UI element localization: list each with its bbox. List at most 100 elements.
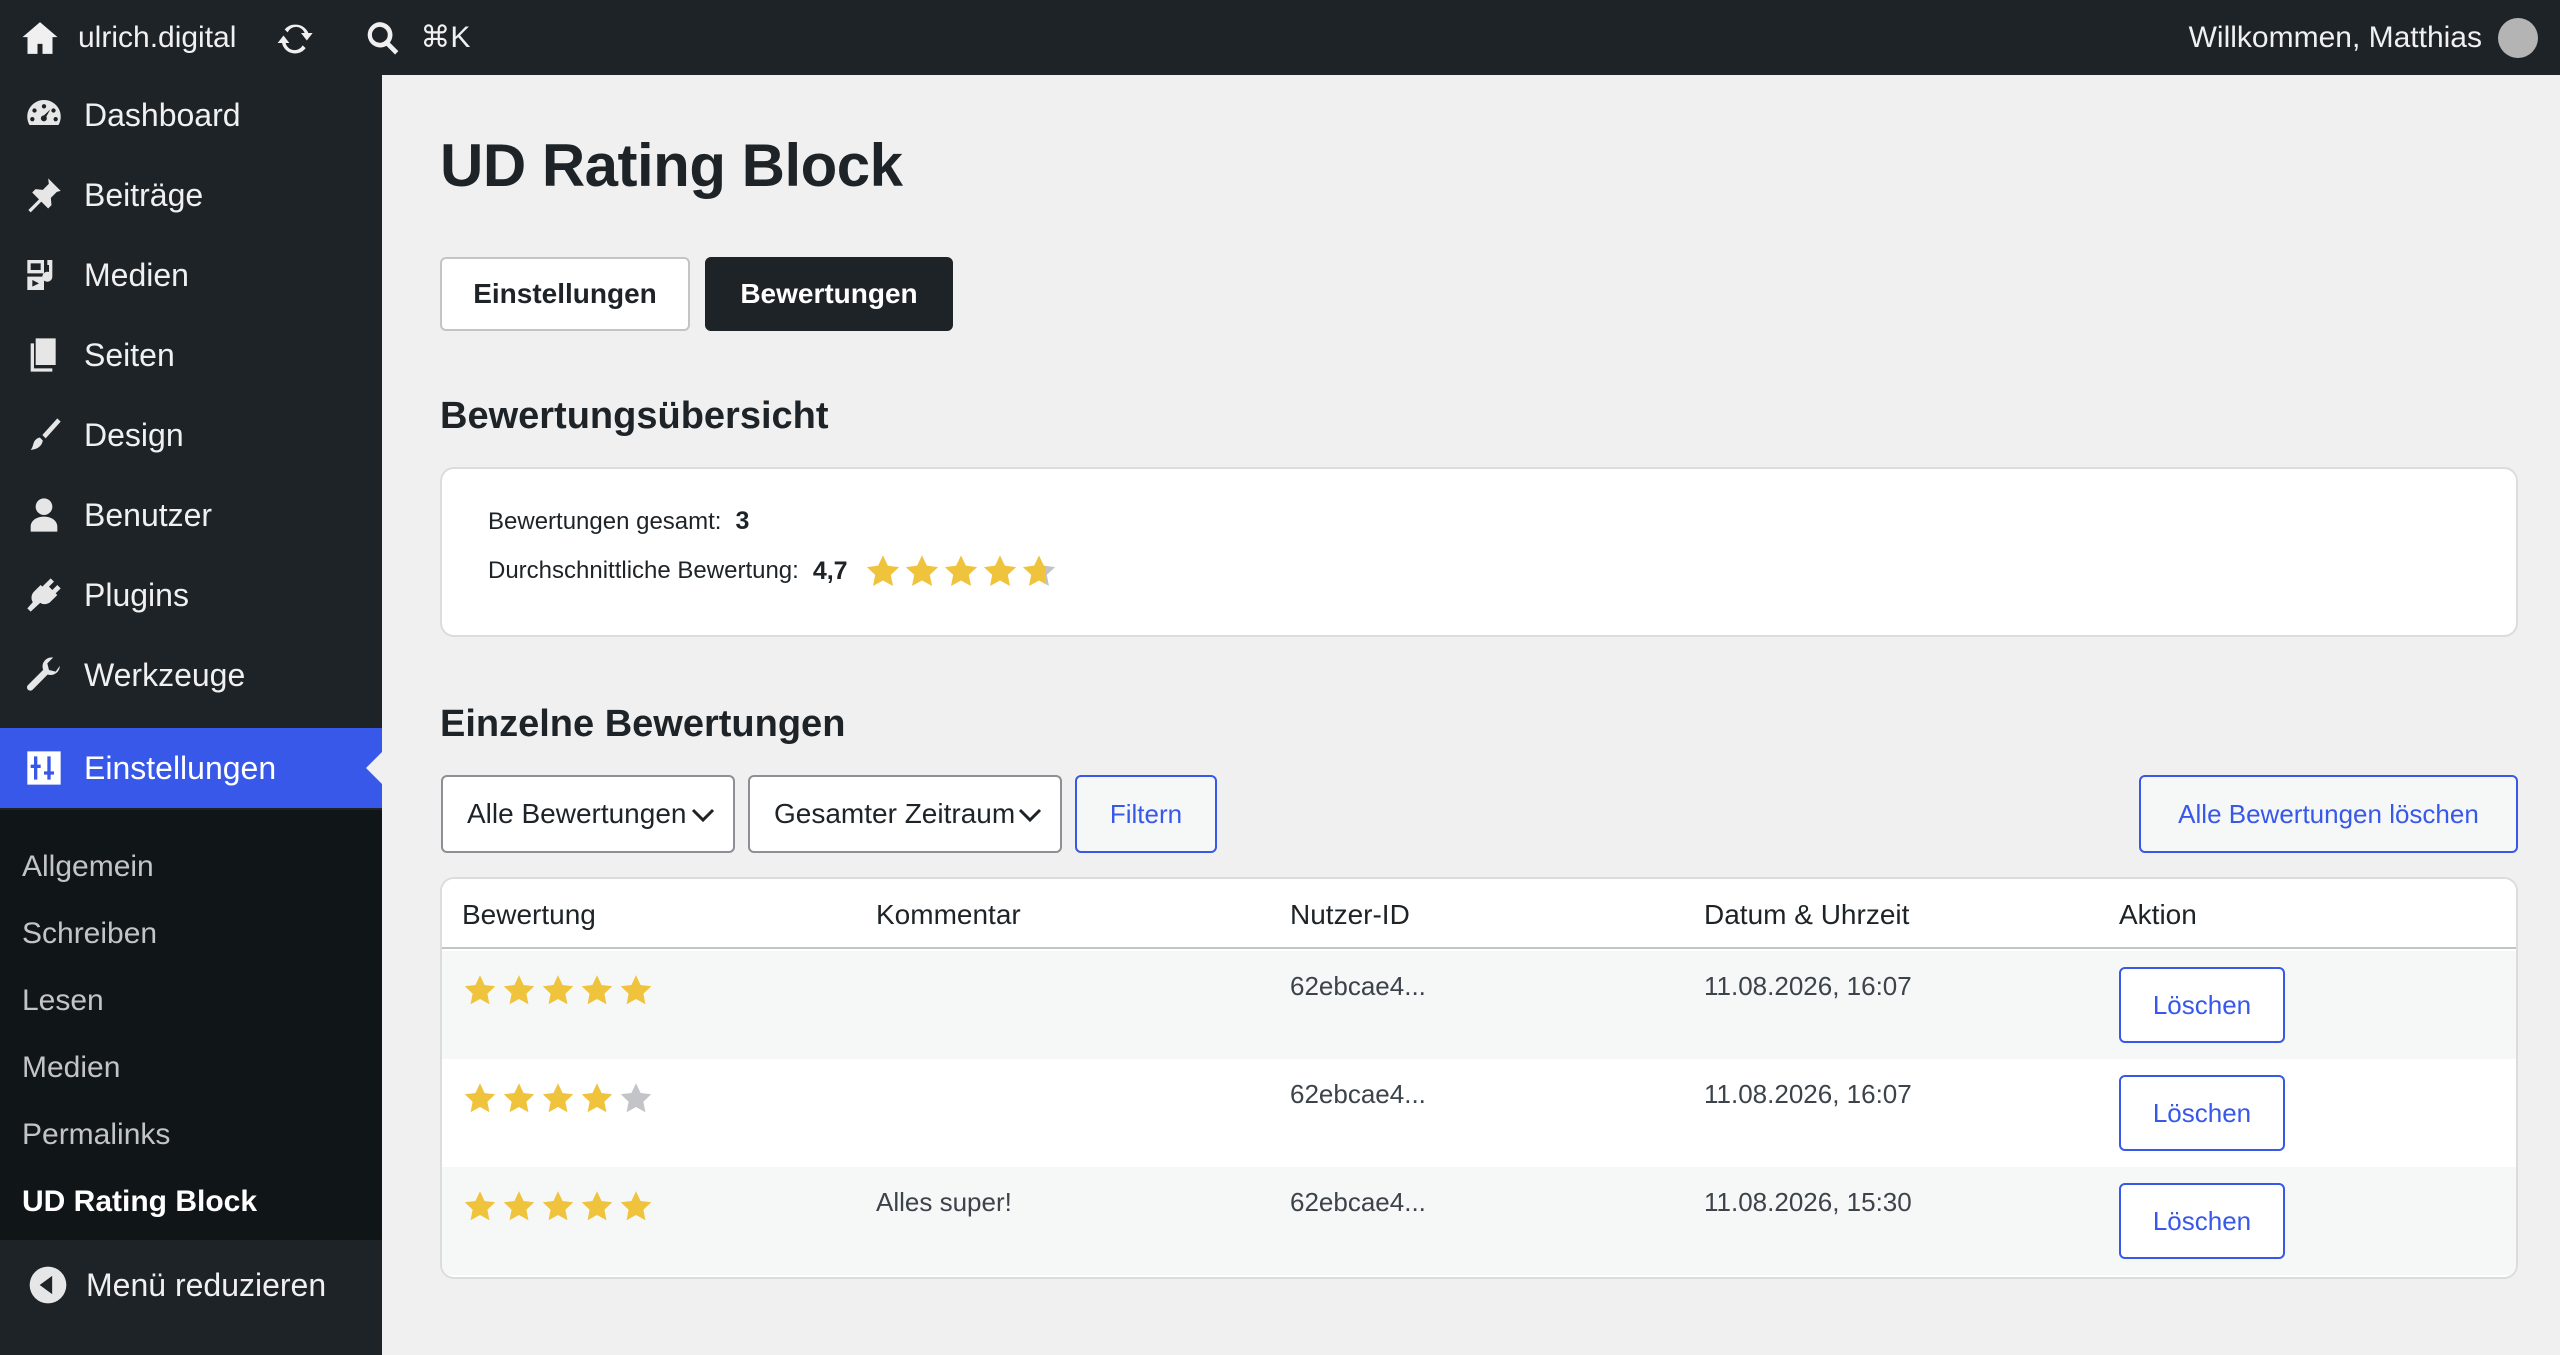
sidebar-item-users[interactable]: Benutzer [0, 475, 382, 555]
sync-button[interactable] [276, 0, 316, 75]
submenu-item-general[interactable]: Allgemein [22, 850, 154, 884]
row-datetime: 11.08.2026, 15:30 [1704, 1187, 1912, 1217]
row-user-id: 62ebcae4... [1290, 971, 1426, 1001]
welcome-text: Willkommen, Matthias [2188, 20, 2482, 54]
row-datetime: 11.08.2026, 16:07 [1704, 1079, 1912, 1109]
row-datetime: 11.08.2026, 16:07 [1704, 971, 1912, 1001]
page-title: UD Rating Block [440, 132, 903, 199]
main-content: UD Rating Block Einstellungen Bewertunge… [382, 75, 2560, 1355]
chevron-down-icon [1018, 808, 1042, 823]
pages-icon [30, 338, 56, 372]
ratings-heading: Einzelne Bewertungen [440, 703, 846, 745]
star-icon [983, 555, 1016, 587]
sidebar-item-label: Benutzer [84, 496, 213, 533]
star-icon [503, 1191, 535, 1221]
star-icon [542, 975, 574, 1005]
column-header-action: Aktion [2119, 899, 2197, 930]
active-indicator [366, 752, 382, 784]
site-home-link[interactable]: ulrich.digital [0, 0, 236, 75]
table-header: Bewertung Kommentar Nutzer-ID Datum & Uh… [442, 879, 2516, 949]
table-row: 62ebcae4... 11.08.2026, 16:07 Löschen [442, 951, 2516, 1059]
home-icon [22, 21, 58, 54]
submenu-item-media[interactable]: Medien [22, 1051, 120, 1085]
sidebar-item-label: Medien [84, 256, 189, 293]
sidebar-item-dashboard[interactable]: Dashboard [0, 75, 382, 155]
row-rating-stars [462, 973, 657, 1007]
column-header-rating: Bewertung [462, 899, 596, 930]
row-rating-stars [462, 1189, 657, 1223]
settings-submenu: Allgemein Schreiben Lesen Medien Permali… [0, 810, 382, 1240]
row-comment: Alles super! [876, 1187, 1012, 1217]
column-header-comment: Kommentar [876, 899, 1021, 930]
star-icon [581, 975, 613, 1005]
delete-rating-button[interactable]: Löschen [2119, 1075, 2285, 1151]
average-rating-stars [864, 553, 1059, 589]
submenu-item-ud-rating-block[interactable]: UD Rating Block [22, 1185, 257, 1219]
sidebar-item-label: Beiträge [84, 176, 204, 213]
delete-rating-button[interactable]: Löschen [2119, 1183, 2285, 1259]
sidebar-item-posts[interactable]: Beiträge [0, 155, 382, 235]
total-ratings-label: Bewertungen gesamt: [488, 507, 722, 535]
total-ratings-value: 3 [735, 507, 750, 535]
star-icon [944, 555, 977, 587]
submenu-item-reading[interactable]: Lesen [22, 984, 104, 1018]
sidebar-item-plugins[interactable]: Plugins [0, 555, 382, 635]
tab-settings[interactable]: Einstellungen [440, 257, 690, 331]
sidebar-item-label: Plugins [84, 576, 189, 613]
settings-icon [27, 751, 61, 785]
search-icon [368, 21, 399, 54]
star-icon [464, 975, 496, 1005]
brush-icon [30, 418, 61, 450]
sidebar-item-tools[interactable]: Werkzeuge [0, 635, 382, 715]
sync-icon [278, 24, 314, 53]
sidebar-item-pages[interactable]: Seiten [0, 315, 382, 395]
tab-ratings[interactable]: Bewertungen [705, 257, 953, 331]
site-name: ulrich.digital [78, 20, 237, 54]
star-icon [581, 1083, 613, 1113]
column-header-datetime: Datum & Uhrzeit [1704, 899, 1910, 930]
total-ratings-line: Bewertungen gesamt: 3 [488, 507, 749, 536]
sidebar-item-media[interactable]: Medien [0, 235, 382, 315]
delete-all-ratings-button[interactable]: Alle Bewertungen löschen [2139, 775, 2518, 853]
submenu-item-permalinks[interactable]: Permalinks [22, 1118, 170, 1152]
row-user-id: 62ebcae4... [1290, 1187, 1426, 1217]
sidebar-item-label: Seiten [84, 336, 175, 373]
collapse-label: Menü reduzieren [86, 1266, 327, 1303]
sidebar-item-label: Werkzeuge [84, 656, 246, 693]
overview-card: Bewertungen gesamt: 3 Durchschnittliche … [440, 467, 2518, 637]
admin-bar: ulrich.digital ⌘K Willkommen, Matthias [0, 0, 2560, 75]
star-icon [542, 1191, 574, 1221]
sidebar-item-settings[interactable]: Einstellungen [0, 728, 382, 808]
star-icon [464, 1083, 496, 1113]
filter-button[interactable]: Filtern [1075, 775, 1217, 853]
account-menu[interactable]: Willkommen, Matthias [2189, 0, 2538, 75]
star-icon [620, 1191, 652, 1221]
search-shortcut: ⌘K [420, 21, 471, 54]
star-icon [464, 1191, 496, 1221]
table-row: 62ebcae4... 11.08.2026, 16:07 Löschen [442, 1059, 2516, 1167]
star-icon [620, 975, 652, 1005]
sidebar-item-label: Einstellungen [84, 749, 277, 786]
sidebar-item-design[interactable]: Design [0, 395, 382, 475]
collapse-menu-button[interactable]: Menü reduzieren [0, 1245, 382, 1325]
command-search[interactable]: ⌘K [364, 0, 470, 75]
average-rating-value: 4,7 [812, 556, 848, 585]
row-rating-stars [462, 1081, 657, 1115]
pin-icon [28, 178, 61, 213]
row-user-id: 62ebcae4... [1290, 1079, 1426, 1109]
sidebar-item-label: Dashboard [84, 96, 241, 133]
rating-filter-select[interactable]: Alle Bewertungen [441, 775, 735, 853]
delete-rating-button[interactable]: Löschen [2119, 967, 2285, 1043]
average-rating-label: Durchschnittliche Bewertung: [488, 557, 799, 584]
star-icon [581, 1191, 613, 1221]
period-filter-select[interactable]: Gesamter Zeitraum [748, 775, 1062, 853]
dashboard-icon [27, 99, 61, 125]
avatar [2498, 17, 2538, 58]
chevron-down-icon [691, 808, 715, 823]
star-icon [503, 1083, 535, 1113]
submenu-item-writing[interactable]: Schreiben [22, 917, 157, 951]
star-icon [542, 1083, 574, 1113]
admin-sidebar: Dashboard Beiträge Medien Seiten Design … [0, 75, 382, 1355]
star-icon [503, 975, 535, 1005]
rating-filter-value: Alle Bewertungen [467, 798, 687, 829]
